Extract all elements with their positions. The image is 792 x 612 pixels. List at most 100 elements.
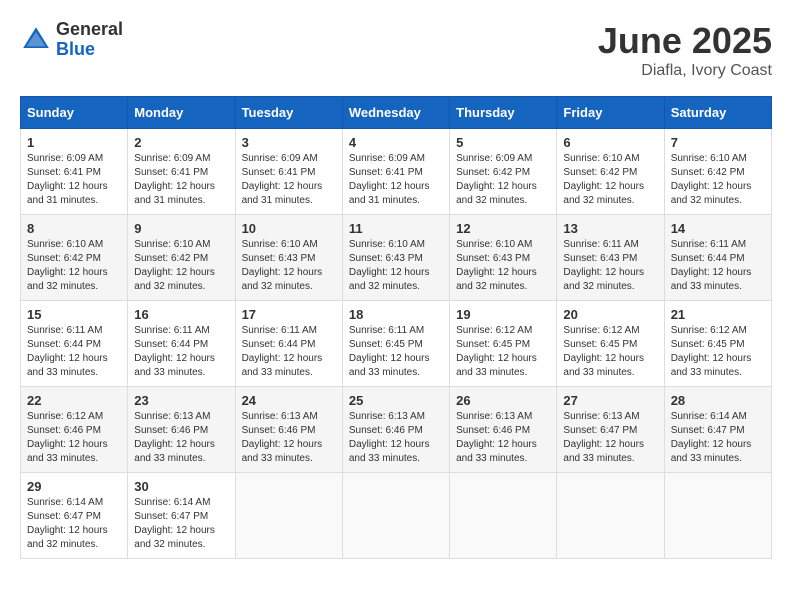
day-info: Sunrise: 6:13 AMSunset: 6:46 PMDaylight:… <box>242 410 336 466</box>
calendar-table: SundayMondayTuesdayWednesdayThursdayFrid… <box>20 96 772 559</box>
day-number: 24 <box>242 393 336 408</box>
calendar-cell: 8 Sunrise: 6:10 AMSunset: 6:42 PMDayligh… <box>21 215 128 301</box>
day-info: Sunrise: 6:14 AMSunset: 6:47 PMDaylight:… <box>27 496 121 552</box>
weekday-header-thursday: Thursday <box>450 97 557 129</box>
calendar-location: Diafla, Ivory Coast <box>598 62 772 80</box>
day-number: 26 <box>456 393 550 408</box>
logo-general-text: General <box>56 20 123 40</box>
logo-blue-text: Blue <box>56 40 123 60</box>
calendar-cell: 24 Sunrise: 6:13 AMSunset: 6:46 PMDaylig… <box>235 387 342 473</box>
day-info: Sunrise: 6:09 AMSunset: 6:42 PMDaylight:… <box>456 152 550 208</box>
page-header: General Blue June 2025 Diafla, Ivory Coa… <box>20 20 772 80</box>
calendar-cell: 23 Sunrise: 6:13 AMSunset: 6:46 PMDaylig… <box>128 387 235 473</box>
calendar-cell: 18 Sunrise: 6:11 AMSunset: 6:45 PMDaylig… <box>342 301 449 387</box>
calendar-week-2: 8 Sunrise: 6:10 AMSunset: 6:42 PMDayligh… <box>21 215 772 301</box>
calendar-week-4: 22 Sunrise: 6:12 AMSunset: 6:46 PMDaylig… <box>21 387 772 473</box>
calendar-cell: 26 Sunrise: 6:13 AMSunset: 6:46 PMDaylig… <box>450 387 557 473</box>
weekday-header-wednesday: Wednesday <box>342 97 449 129</box>
calendar-cell <box>557 473 664 559</box>
weekday-header-monday: Monday <box>128 97 235 129</box>
day-number: 1 <box>27 135 121 150</box>
calendar-cell: 11 Sunrise: 6:10 AMSunset: 6:43 PMDaylig… <box>342 215 449 301</box>
day-info: Sunrise: 6:09 AMSunset: 6:41 PMDaylight:… <box>242 152 336 208</box>
day-info: Sunrise: 6:11 AMSunset: 6:44 PMDaylight:… <box>134 324 228 380</box>
calendar-week-1: 1 Sunrise: 6:09 AMSunset: 6:41 PMDayligh… <box>21 129 772 215</box>
day-info: Sunrise: 6:11 AMSunset: 6:44 PMDaylight:… <box>671 238 765 294</box>
calendar-cell: 19 Sunrise: 6:12 AMSunset: 6:45 PMDaylig… <box>450 301 557 387</box>
day-info: Sunrise: 6:12 AMSunset: 6:45 PMDaylight:… <box>456 324 550 380</box>
day-info: Sunrise: 6:10 AMSunset: 6:42 PMDaylight:… <box>134 238 228 294</box>
day-number: 28 <box>671 393 765 408</box>
calendar-cell: 13 Sunrise: 6:11 AMSunset: 6:43 PMDaylig… <box>557 215 664 301</box>
day-info: Sunrise: 6:13 AMSunset: 6:46 PMDaylight:… <box>349 410 443 466</box>
day-number: 13 <box>563 221 657 236</box>
logo-text: General Blue <box>56 20 123 60</box>
day-number: 6 <box>563 135 657 150</box>
day-number: 30 <box>134 479 228 494</box>
day-info: Sunrise: 6:14 AMSunset: 6:47 PMDaylight:… <box>134 496 228 552</box>
day-number: 14 <box>671 221 765 236</box>
day-info: Sunrise: 6:10 AMSunset: 6:43 PMDaylight:… <box>456 238 550 294</box>
calendar-cell: 6 Sunrise: 6:10 AMSunset: 6:42 PMDayligh… <box>557 129 664 215</box>
day-info: Sunrise: 6:12 AMSunset: 6:45 PMDaylight:… <box>563 324 657 380</box>
day-info: Sunrise: 6:10 AMSunset: 6:42 PMDaylight:… <box>27 238 121 294</box>
day-number: 25 <box>349 393 443 408</box>
calendar-cell: 28 Sunrise: 6:14 AMSunset: 6:47 PMDaylig… <box>664 387 771 473</box>
day-info: Sunrise: 6:10 AMSunset: 6:42 PMDaylight:… <box>563 152 657 208</box>
calendar-cell: 5 Sunrise: 6:09 AMSunset: 6:42 PMDayligh… <box>450 129 557 215</box>
day-number: 15 <box>27 307 121 322</box>
day-number: 22 <box>27 393 121 408</box>
day-number: 17 <box>242 307 336 322</box>
calendar-cell: 15 Sunrise: 6:11 AMSunset: 6:44 PMDaylig… <box>21 301 128 387</box>
calendar-cell: 7 Sunrise: 6:10 AMSunset: 6:42 PMDayligh… <box>664 129 771 215</box>
logo-icon <box>20 24 52 56</box>
calendar-cell: 30 Sunrise: 6:14 AMSunset: 6:47 PMDaylig… <box>128 473 235 559</box>
calendar-cell: 21 Sunrise: 6:12 AMSunset: 6:45 PMDaylig… <box>664 301 771 387</box>
calendar-cell: 9 Sunrise: 6:10 AMSunset: 6:42 PMDayligh… <box>128 215 235 301</box>
day-number: 11 <box>349 221 443 236</box>
day-number: 3 <box>242 135 336 150</box>
calendar-cell: 4 Sunrise: 6:09 AMSunset: 6:41 PMDayligh… <box>342 129 449 215</box>
calendar-cell: 12 Sunrise: 6:10 AMSunset: 6:43 PMDaylig… <box>450 215 557 301</box>
calendar-week-5: 29 Sunrise: 6:14 AMSunset: 6:47 PMDaylig… <box>21 473 772 559</box>
calendar-cell <box>235 473 342 559</box>
calendar-cell: 2 Sunrise: 6:09 AMSunset: 6:41 PMDayligh… <box>128 129 235 215</box>
day-info: Sunrise: 6:11 AMSunset: 6:45 PMDaylight:… <box>349 324 443 380</box>
day-info: Sunrise: 6:11 AMSunset: 6:44 PMDaylight:… <box>27 324 121 380</box>
day-number: 10 <box>242 221 336 236</box>
day-info: Sunrise: 6:12 AMSunset: 6:45 PMDaylight:… <box>671 324 765 380</box>
calendar-cell <box>664 473 771 559</box>
day-number: 9 <box>134 221 228 236</box>
calendar-cell: 27 Sunrise: 6:13 AMSunset: 6:47 PMDaylig… <box>557 387 664 473</box>
day-number: 5 <box>456 135 550 150</box>
calendar-title: June 2025 <box>598 20 772 62</box>
day-number: 21 <box>671 307 765 322</box>
day-info: Sunrise: 6:10 AMSunset: 6:43 PMDaylight:… <box>349 238 443 294</box>
day-number: 7 <box>671 135 765 150</box>
day-info: Sunrise: 6:10 AMSunset: 6:42 PMDaylight:… <box>671 152 765 208</box>
day-number: 20 <box>563 307 657 322</box>
day-info: Sunrise: 6:13 AMSunset: 6:46 PMDaylight:… <box>456 410 550 466</box>
day-number: 29 <box>27 479 121 494</box>
day-info: Sunrise: 6:12 AMSunset: 6:46 PMDaylight:… <box>27 410 121 466</box>
day-number: 12 <box>456 221 550 236</box>
day-number: 8 <box>27 221 121 236</box>
logo: General Blue <box>20 20 123 60</box>
day-number: 27 <box>563 393 657 408</box>
day-number: 19 <box>456 307 550 322</box>
calendar-cell: 17 Sunrise: 6:11 AMSunset: 6:44 PMDaylig… <box>235 301 342 387</box>
day-info: Sunrise: 6:10 AMSunset: 6:43 PMDaylight:… <box>242 238 336 294</box>
weekday-header-saturday: Saturday <box>664 97 771 129</box>
calendar-cell <box>450 473 557 559</box>
calendar-cell: 16 Sunrise: 6:11 AMSunset: 6:44 PMDaylig… <box>128 301 235 387</box>
day-info: Sunrise: 6:13 AMSunset: 6:46 PMDaylight:… <box>134 410 228 466</box>
weekday-header-sunday: Sunday <box>21 97 128 129</box>
calendar-cell: 14 Sunrise: 6:11 AMSunset: 6:44 PMDaylig… <box>664 215 771 301</box>
weekday-header-tuesday: Tuesday <box>235 97 342 129</box>
day-number: 18 <box>349 307 443 322</box>
calendar-cell: 20 Sunrise: 6:12 AMSunset: 6:45 PMDaylig… <box>557 301 664 387</box>
day-number: 2 <box>134 135 228 150</box>
calendar-cell: 22 Sunrise: 6:12 AMSunset: 6:46 PMDaylig… <box>21 387 128 473</box>
weekday-header-friday: Friday <box>557 97 664 129</box>
calendar-cell: 3 Sunrise: 6:09 AMSunset: 6:41 PMDayligh… <box>235 129 342 215</box>
